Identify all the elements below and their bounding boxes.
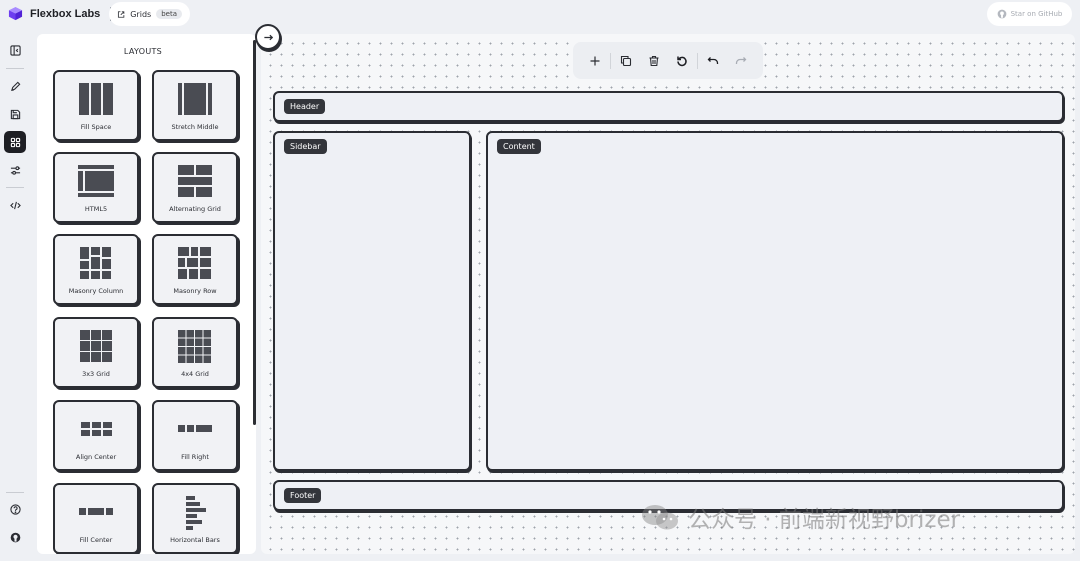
github-star-button[interactable]: Star on GitHub <box>987 2 1072 26</box>
layout-card-fill-space[interactable]: Fill Space <box>53 70 139 141</box>
layout-card-masonry-column[interactable]: Masonry Column <box>53 234 139 305</box>
grids-link[interactable]: Grids beta <box>109 2 190 26</box>
layout-card-align-center[interactable]: Align Center <box>53 400 139 471</box>
layout-card-label: Fill Space <box>80 123 112 131</box>
toggle-panel-button[interactable] <box>4 39 26 61</box>
layout-card-label: Horizontal Bars <box>170 536 220 544</box>
wechat-icon <box>642 505 678 530</box>
toolbar-divider <box>610 52 611 69</box>
help-icon <box>9 503 21 515</box>
save-icon <box>10 109 20 119</box>
layout-card-fill-right[interactable]: Fill Right <box>152 400 238 471</box>
code-icon <box>9 201 21 209</box>
layout-card-3x3-grid[interactable]: 3x3 Grid <box>53 317 139 388</box>
undo-icon <box>707 56 719 64</box>
grid-3x3-icon <box>80 330 112 362</box>
reset-button[interactable] <box>668 46 696 75</box>
rail-divider <box>6 68 24 69</box>
layouts-panel: LAYOUTS Fill Space Stretch Middle HTML5 … <box>37 34 256 554</box>
pencil-icon <box>10 81 20 91</box>
panel-scrollbar[interactable] <box>253 40 256 425</box>
add-button[interactable] <box>581 46 609 75</box>
layout-card-label: Masonry Row <box>173 287 217 295</box>
watermark-text: 公众号 · 前端新视野brizer <box>688 507 961 533</box>
github-icon <box>10 532 20 542</box>
github-icon <box>997 9 1006 19</box>
masonry-row-icon <box>178 247 211 279</box>
fill-space-icon <box>79 83 113 115</box>
toggle-panel-icon <box>9 44 21 56</box>
layouts-icon <box>10 137 20 147</box>
layout-card-label: Align Center <box>75 453 117 461</box>
layout-card-horizontal-bars[interactable]: Horizontal Bars <box>152 483 238 554</box>
canvas-toolbar <box>573 42 763 79</box>
fill-center-icon <box>79 508 113 515</box>
edit-button[interactable] <box>4 75 26 97</box>
reset-icon <box>677 56 687 66</box>
brand-name: Flexbox Labs <box>30 7 101 20</box>
collapse-panel-button[interactable] <box>255 24 281 50</box>
layout-card-label: Stretch Middle <box>171 123 219 131</box>
layout-card-fill-center[interactable]: Fill Center <box>53 483 139 554</box>
horizontal-bars-icon <box>186 496 206 530</box>
layout-card-stretch-middle[interactable]: Stretch Middle <box>152 70 238 141</box>
html5-layout-icon <box>78 165 114 197</box>
region-sidebar[interactable]: Sidebar <box>273 131 471 471</box>
fill-right-icon <box>178 425 212 432</box>
layout-card-label: Masonry Column <box>68 287 124 295</box>
code-button[interactable] <box>4 194 26 216</box>
panel-title: LAYOUTS <box>123 47 163 56</box>
top-bar: Flexbox Labs Grids beta Star on GitHub <box>0 0 1080 30</box>
region-header-label: Header <box>284 99 326 114</box>
layout-card-label: Fill Center <box>79 536 113 544</box>
region-footer-label: Footer <box>284 488 322 503</box>
region-content[interactable]: Content <box>486 131 1064 471</box>
layout-card-label: HTML5 <box>84 205 108 213</box>
redo-icon <box>735 56 747 64</box>
grid-4x4-icon <box>178 330 211 363</box>
delete-button[interactable] <box>640 46 668 75</box>
rail-divider <box>6 187 24 188</box>
region-content-label: Content <box>497 139 541 154</box>
layout-card-label: Fill Right <box>181 453 209 461</box>
layout-card-label: Alternating Grid <box>169 205 221 213</box>
layouts-button[interactable] <box>4 131 26 153</box>
brand[interactable]: Flexbox Labs <box>8 6 112 21</box>
copy-icon <box>620 55 632 66</box>
arrow-right-icon <box>263 34 273 40</box>
masonry-column-icon <box>80 247 111 279</box>
region-header[interactable]: Header <box>273 91 1064 122</box>
undo-button[interactable] <box>699 46 727 75</box>
help-button[interactable] <box>4 498 26 520</box>
align-center-icon <box>81 422 112 436</box>
save-button[interactable] <box>4 103 26 125</box>
beta-badge: beta <box>156 9 182 19</box>
region-sidebar-label: Sidebar <box>284 139 327 154</box>
layout-card-alternating-grid[interactable]: Alternating Grid <box>152 152 238 223</box>
layout-card-4x4-grid[interactable]: 4x4 Grid <box>152 317 238 388</box>
rail-divider <box>6 492 24 493</box>
icon-rail <box>0 34 30 554</box>
external-link-icon <box>117 10 125 18</box>
trash-icon <box>649 55 659 66</box>
sliders-icon <box>10 165 20 175</box>
cube-logo-icon <box>8 6 23 21</box>
github-star-label: Star on GitHub <box>1010 10 1063 18</box>
watermark: 公众号 · 前端新视野brizer <box>640 500 960 534</box>
stretch-middle-icon <box>178 83 212 115</box>
layout-card-label: 4x4 Grid <box>181 370 209 378</box>
toolbar-divider <box>697 52 698 69</box>
layout-card-masonry-row[interactable]: Masonry Row <box>152 234 238 305</box>
alternating-grid-icon <box>178 165 212 197</box>
plus-icon <box>590 56 600 65</box>
duplicate-button[interactable] <box>612 46 640 75</box>
github-button[interactable] <box>4 526 26 548</box>
settings-button[interactable] <box>4 159 26 181</box>
redo-button[interactable] <box>727 46 755 75</box>
layout-card-html5[interactable]: HTML5 <box>53 152 139 223</box>
layout-card-label: 3x3 Grid <box>82 370 110 378</box>
grids-label: Grids <box>130 9 152 19</box>
